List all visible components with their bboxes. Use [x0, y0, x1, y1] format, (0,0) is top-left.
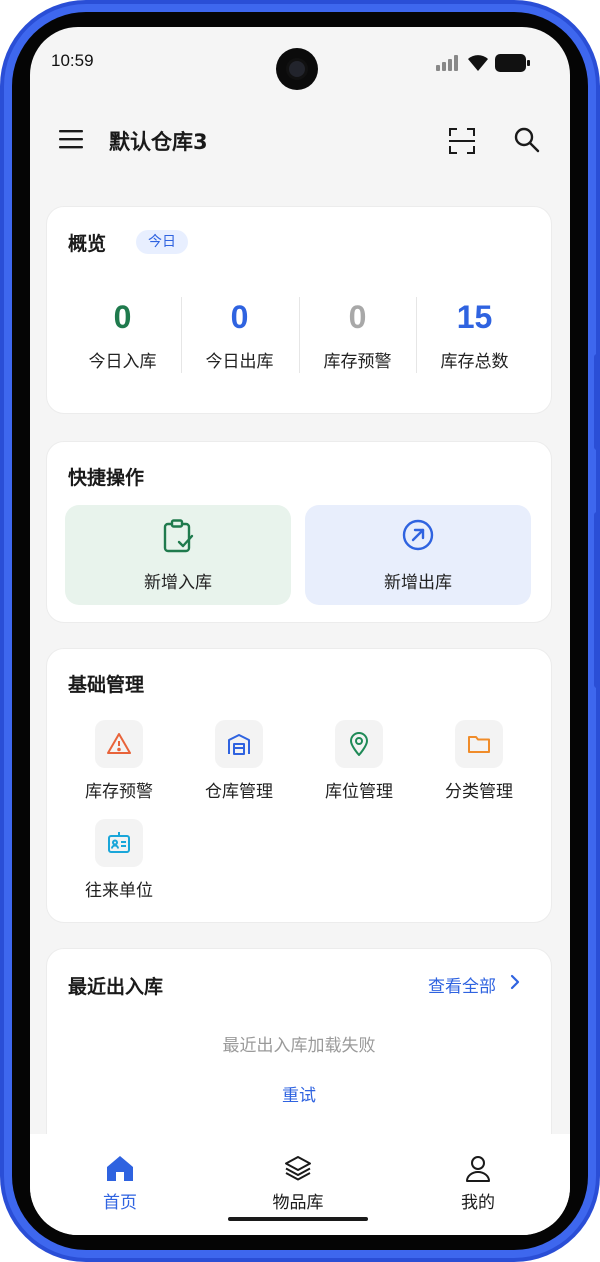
stat-value: 15 [456, 299, 493, 335]
stat-value: 0 [230, 299, 249, 335]
stat-today-inbound[interactable]: 0 今日入库 [64, 297, 181, 372]
quick-actions-card: 快捷操作 新增入库 新增出库 [46, 441, 552, 623]
app-screen: 10:59 默认仓库3 概览 今日 0 今日入库 0 今日出库 0 库存预警 1… [30, 27, 570, 1235]
clipboard-check-icon [163, 519, 194, 553]
home-icon [107, 1156, 133, 1181]
icon-tile [95, 720, 143, 768]
power-button [594, 512, 600, 688]
tab-label: 首页 [103, 1193, 137, 1213]
stat-label: 库存总数 [440, 352, 509, 372]
arrow-up-right-circle-icon [402, 519, 434, 551]
date-badge: 今日 [136, 230, 188, 254]
view-all-link[interactable]: 查看全部 [428, 972, 496, 997]
battery-icon [495, 54, 530, 72]
entry-label: 库位管理 [325, 782, 393, 802]
stat-stock-warning[interactable]: 0 库存预警 [299, 297, 416, 372]
stat-label: 今日出库 [205, 352, 274, 372]
warehouse-icon [228, 734, 250, 755]
overview-card: 概览 今日 0 今日入库 0 今日出库 0 库存预警 15 库存总数 [46, 206, 552, 414]
action-label: 新增入库 [144, 573, 212, 593]
recent-title: 最近出入库 [68, 976, 164, 998]
scan-icon[interactable] [448, 127, 476, 155]
tab-label: 我的 [461, 1193, 495, 1213]
tab-label: 物品库 [272, 1193, 324, 1213]
retry-button[interactable]: 重试 [47, 1081, 551, 1106]
stat-label: 今日入库 [88, 352, 157, 372]
stat-today-outbound[interactable]: 0 今日出库 [181, 297, 298, 372]
user-icon [466, 1156, 490, 1182]
status-bar: 10:59 [30, 27, 570, 97]
warning-triangle-icon [107, 733, 131, 754]
load-error-message: 最近出入库加载失败 [222, 1036, 376, 1056]
entry-label: 分类管理 [445, 782, 513, 802]
entry-label: 往来单位 [85, 881, 153, 901]
icon-tile [95, 819, 143, 867]
quick-actions-title: 快捷操作 [68, 467, 145, 489]
entry-label: 仓库管理 [205, 782, 273, 802]
home-indicator[interactable] [228, 1217, 368, 1221]
cellular-signal-icon [436, 55, 458, 71]
layers-icon [285, 1156, 311, 1181]
folder-icon [468, 736, 490, 753]
id-badge-icon [108, 832, 130, 853]
volume-button [594, 354, 600, 450]
app-header: 默认仓库3 [30, 115, 570, 167]
page-title: 默认仓库3 [109, 130, 208, 154]
new-inbound-button[interactable]: 新增入库 [65, 505, 291, 605]
new-outbound-button[interactable]: 新增出库 [305, 505, 531, 605]
status-time: 10:59 [51, 51, 94, 70]
stat-value: 0 [348, 299, 367, 335]
action-label: 新增出库 [384, 573, 452, 593]
icon-tile [335, 720, 383, 768]
menu-icon[interactable] [59, 128, 85, 150]
chevron-right-icon[interactable] [509, 974, 521, 990]
icon-tile [455, 720, 503, 768]
entry-label: 库存预警 [85, 782, 153, 802]
search-icon[interactable] [513, 126, 541, 154]
stat-value: 0 [113, 299, 132, 335]
stat-stock-total[interactable]: 15 库存总数 [416, 297, 533, 372]
front-camera [276, 48, 318, 90]
wifi-icon [468, 55, 488, 71]
management-title: 基础管理 [68, 674, 145, 696]
management-card: 基础管理 库存预警 仓库管理 库位管理 分类管理 往来单位 [46, 648, 552, 923]
stat-label: 库存预警 [323, 352, 392, 372]
icon-tile [215, 720, 263, 768]
overview-title: 概览 [68, 233, 107, 255]
location-pin-icon [350, 732, 368, 756]
